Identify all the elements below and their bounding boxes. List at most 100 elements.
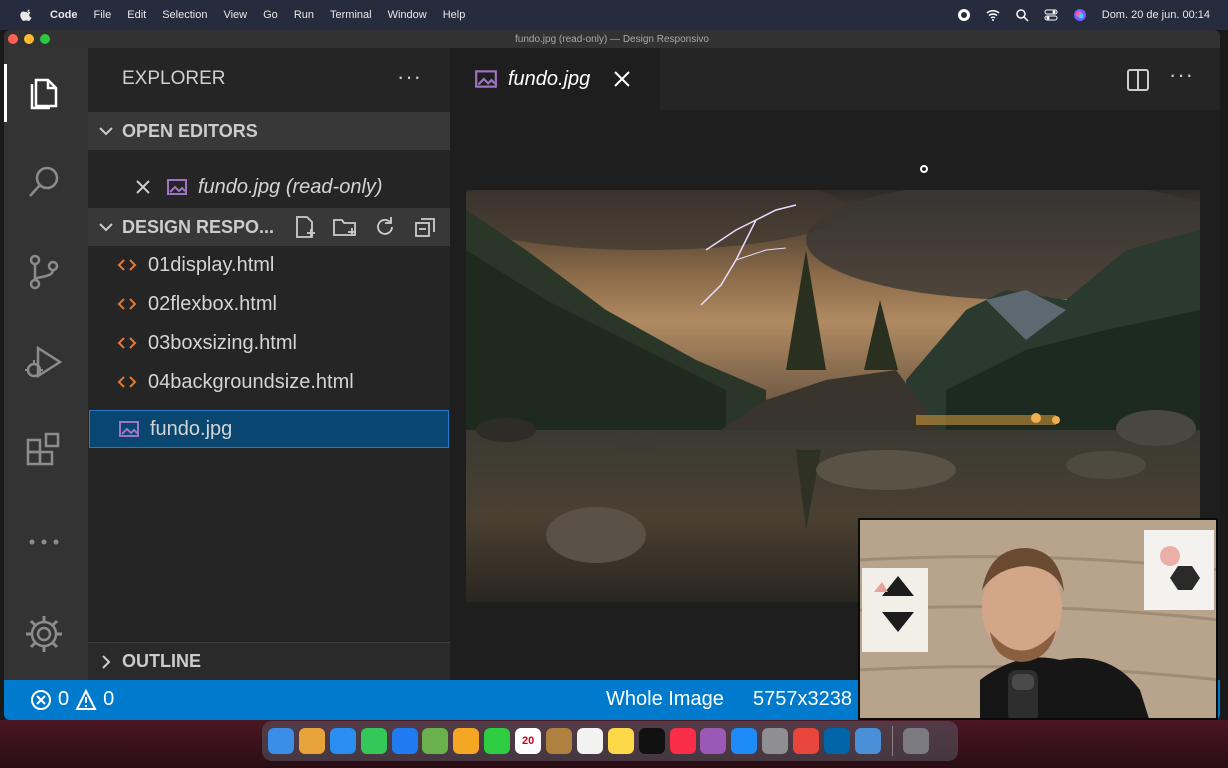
image-zoom-status[interactable]: Whole Image [606,688,724,711]
menu-go[interactable]: Go [263,9,278,21]
menu-terminal[interactable]: Terminal [330,9,372,21]
apple-tv-icon[interactable] [638,728,665,754]
files-icon [30,78,58,110]
zoom-window-button[interactable] [40,34,50,44]
manage-activity-button[interactable] [22,612,66,656]
tab-bar: fundo.jpg ··· [450,48,1220,110]
reminders-icon[interactable] [576,728,603,754]
file-item-fundo[interactable]: fundo.jpg [89,410,449,448]
explorer-more-button[interactable]: ··· [397,64,422,90]
file-label: 03boxsizing.html [148,331,297,354]
file-item-02flexbox[interactable]: 02flexbox.html [88,285,450,323]
open-editor-item[interactable]: fundo.jpg (read-only) [88,168,450,206]
macos-menubar: Code File Edit Selection View Go Run Ter… [0,0,1228,30]
music-icon[interactable] [669,728,696,754]
run-debug-icon [25,345,63,379]
menu-app-name[interactable]: Code [50,9,78,21]
project-section[interactable]: DESIGN RESPO... [88,208,450,246]
menu-window[interactable]: Window [388,9,427,21]
new-folder-icon[interactable] [332,214,358,240]
menu-help[interactable]: Help [443,9,466,21]
menu-selection[interactable]: Selection [162,9,207,21]
chevron-down-icon [99,223,113,232]
close-icon[interactable] [134,178,152,196]
photos-icon[interactable] [453,728,480,754]
explorer-activity-button[interactable] [4,64,66,122]
search-activity-button[interactable] [22,160,66,204]
error-icon [31,689,51,710]
close-window-button[interactable] [8,34,18,44]
explorer-title: EXPLORER [122,68,226,89]
webcam-overlay [858,518,1218,720]
html-icon [117,376,137,388]
menu-view[interactable]: View [223,9,247,21]
notes-icon[interactable] [607,728,634,754]
chrome-icon[interactable] [793,728,820,754]
wifi-icon[interactable] [986,8,1000,22]
problems-indicator[interactable]: 0 0 [30,688,114,711]
more-horizontal-icon [29,539,59,545]
messages-icon[interactable] [360,728,387,754]
file-label: 02flexbox.html [148,292,277,315]
menu-file[interactable]: File [94,9,112,21]
new-file-icon[interactable] [292,214,318,240]
more-activity-button[interactable] [22,520,66,564]
maps-icon[interactable] [422,728,449,754]
collapse-all-icon[interactable] [412,214,438,240]
run-debug-activity-button[interactable] [22,340,66,384]
file-item-03boxsizing[interactable]: 03boxsizing.html [88,324,450,362]
calendar-icon[interactable]: 20 [515,728,542,754]
tab-fundo-jpg[interactable]: fundo.jpg [450,48,660,110]
error-count: 0 [58,688,70,710]
image-dimensions-status: 5757x3238 [753,688,852,710]
apple-logo-icon[interactable] [20,8,34,22]
image-file-icon [475,70,497,88]
close-icon[interactable] [612,69,632,89]
mail-icon[interactable] [391,728,418,754]
extensions-activity-button[interactable] [22,430,66,474]
file-label: 04backgroundsize.html [148,370,354,393]
refresh-icon[interactable] [372,214,398,240]
vscode-icon[interactable] [824,728,851,754]
source-control-activity-button[interactable] [22,250,66,294]
control-center-icon[interactable] [1044,8,1058,22]
editor-more-button[interactable]: ··· [1169,62,1194,88]
safari-icon[interactable] [329,728,356,754]
activity-bar [4,48,88,680]
outline-label: OUTLINE [122,651,201,671]
trash-icon[interactable] [902,728,929,754]
siri-icon[interactable] [1073,8,1087,22]
minimize-window-button[interactable] [24,34,34,44]
explorer-header: EXPLORER ··· [88,48,450,110]
explorer-sidebar: EXPLORER ··· OPEN EDITORS fundo.jpg (rea… [88,48,450,680]
open-editors-section[interactable]: OPEN EDITORS [88,112,450,150]
system-preferences-icon[interactable] [762,728,789,754]
file-label: fundo.jpg [150,417,233,440]
file-item-01display[interactable]: 01display.html [88,246,450,284]
search-icon [29,166,59,197]
outline-section[interactable]: OUTLINE [88,642,450,680]
file-item-04backgroundsize[interactable]: 04backgroundsize.html [88,363,450,401]
source-control-icon [29,254,59,290]
html-icon [117,298,137,310]
window-titlebar: fundo.jpg (read-only) — Design Responsiv… [4,30,1220,48]
menu-run[interactable]: Run [294,9,314,21]
open-editors-label: OPEN EDITORS [122,120,258,141]
chevron-down-icon [99,127,113,136]
facetime-icon[interactable] [484,728,511,754]
presenter-video [860,520,1216,718]
launchpad-icon[interactable] [298,728,325,754]
split-editor-icon[interactable] [1126,68,1150,92]
record-icon[interactable] [957,8,971,22]
dock-separator [891,726,893,756]
spotlight-search-icon[interactable] [1015,8,1029,22]
contacts-icon[interactable] [546,728,573,754]
extensions-icon [26,432,60,466]
app-store-icon[interactable] [731,728,758,754]
finder-icon[interactable] [268,728,294,754]
image-file-icon [167,179,187,195]
menu-edit[interactable]: Edit [127,9,146,21]
podcasts-icon[interactable] [700,728,727,754]
preview-icon[interactable] [854,728,881,754]
menubar-clock[interactable]: Dom. 20 de jun. 00:14 [1102,9,1210,21]
